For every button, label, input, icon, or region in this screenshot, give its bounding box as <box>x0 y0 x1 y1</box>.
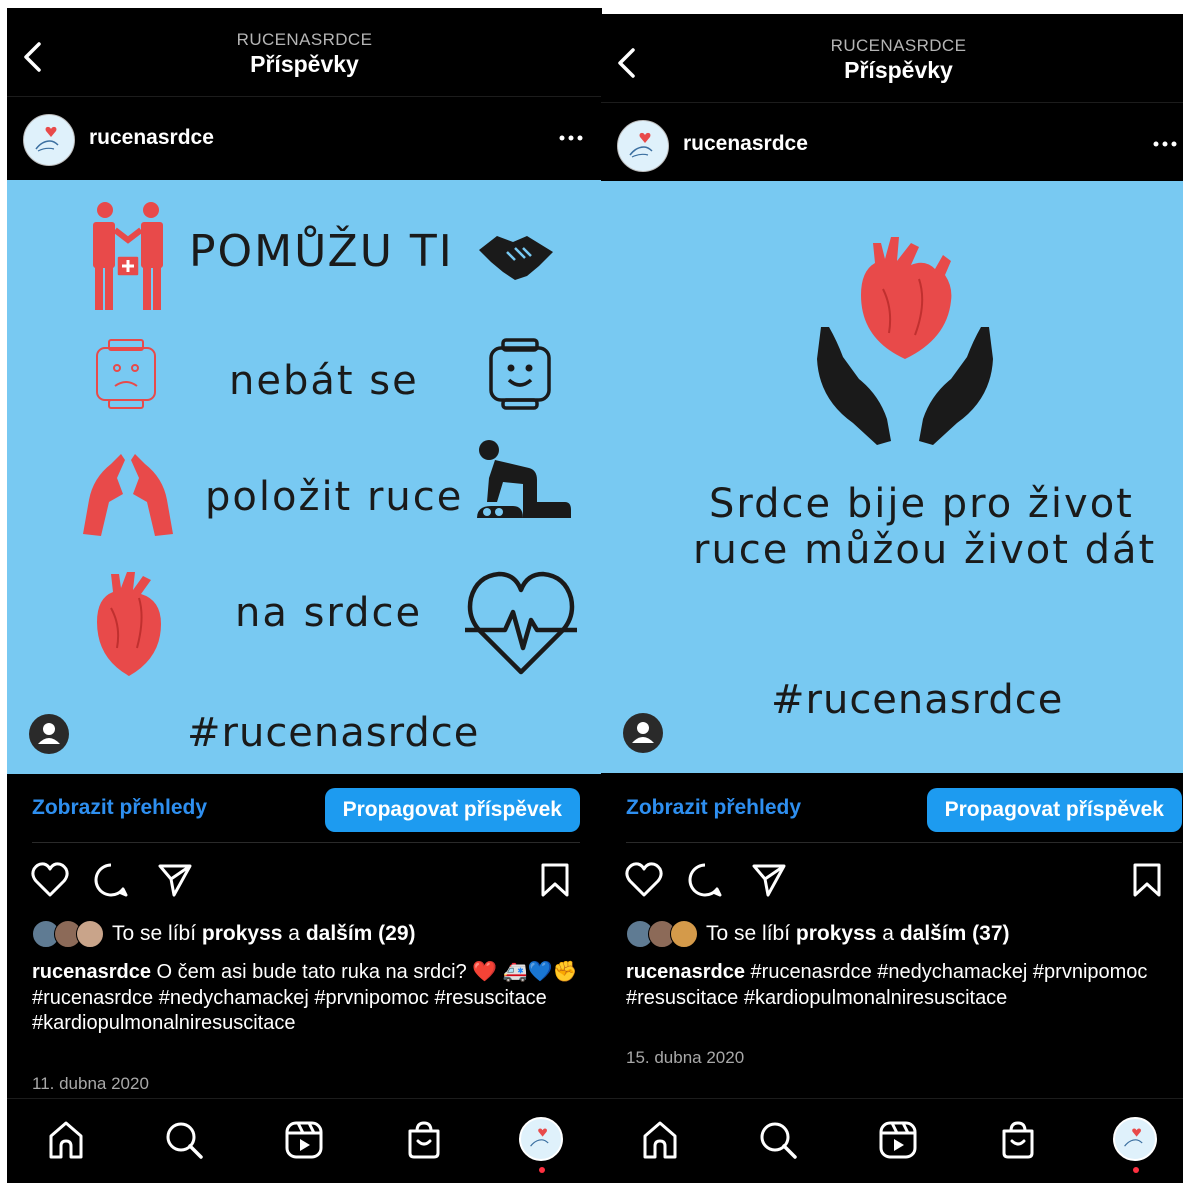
image-text-line-3: položit ruce <box>205 474 464 520</box>
post-username[interactable]: rucenasrdce <box>89 126 214 150</box>
home-icon[interactable] <box>639 1119 681 1161</box>
hands-icon <box>83 454 173 536</box>
more-options-icon[interactable] <box>1150 134 1180 154</box>
comment-icon[interactable] <box>687 862 723 898</box>
owner-actions: Zobrazit přehledy Propagovat příspěvek <box>7 774 602 844</box>
top-bar: RUCENASRDCE Příspěvky <box>601 14 1183 103</box>
smile-face-icon <box>489 338 551 410</box>
liker-username[interactable]: prokyss <box>796 922 877 945</box>
anatomical-heart-icon <box>97 572 161 676</box>
avatar <box>670 920 698 948</box>
image-text-line-2: nebát se <box>229 358 419 404</box>
caption-username[interactable]: rucenasrdce <box>626 961 745 983</box>
post-username[interactable]: rucenasrdce <box>683 132 808 156</box>
post-image[interactable]: Srdce bije pro život ruce můžou život dá… <box>601 181 1183 773</box>
post-header: rucenasrdce <box>601 104 1183 186</box>
more-options-icon[interactable] <box>556 128 586 148</box>
post-screen-right: RUCENASRDCE Příspěvky rucenasrdce Srdce … <box>601 14 1183 1183</box>
post-action-row <box>601 858 1183 906</box>
likes-text: To se líbí prokyss a dalším (29) <box>112 922 416 946</box>
post-image[interactable]: POMŮŽU TI nebát se položit ruce na srdce… <box>7 180 602 774</box>
likes-prefix: To se líbí <box>112 922 197 945</box>
post-date: 15. dubna 2020 <box>626 1048 745 1067</box>
promote-post-button[interactable]: Propagovat příspěvek <box>324 788 580 832</box>
search-icon[interactable] <box>163 1119 205 1161</box>
logo-heart-hand-icon <box>629 132 653 158</box>
post-caption: rucenasrdce #rucenasrdce #nedychamackej … <box>626 960 1166 1011</box>
top-bar: RUCENASRDCE Příspěvky <box>7 8 602 97</box>
liker-avatars <box>626 920 698 948</box>
post-screen-left: RUCENASRDCE Příspěvky rucenasrdce POMŮŽU… <box>7 8 602 1183</box>
likes-text: To se líbí prokyss a dalším (37) <box>706 922 1010 946</box>
save-bookmark-icon[interactable] <box>1131 862 1163 898</box>
likes-joiner: a <box>882 922 894 945</box>
search-icon[interactable] <box>757 1119 799 1161</box>
image-hashtag: #rucenasrdce <box>771 677 1064 723</box>
account-name-caps: RUCENASRDCE <box>236 30 373 49</box>
caption-username[interactable]: rucenasrdce <box>32 961 151 983</box>
person-icon <box>632 722 654 743</box>
home-icon[interactable] <box>45 1119 87 1161</box>
image-text-line-4: na srdce <box>235 590 423 636</box>
account-name-caps: RUCENASRDCE <box>830 36 967 55</box>
reels-icon[interactable] <box>283 1119 325 1161</box>
view-insights-link[interactable]: Zobrazit přehledy <box>32 796 207 820</box>
header-titles: RUCENASRDCE Příspěvky <box>7 30 602 78</box>
shop-icon[interactable] <box>997 1119 1039 1161</box>
liker-avatars <box>32 920 104 948</box>
handshake-icon <box>479 236 553 280</box>
image-text-line-1: Srdce bije pro život <box>709 481 1134 527</box>
logo-heart-hand-icon <box>35 126 59 152</box>
tagged-users-button[interactable] <box>623 713 663 753</box>
image-text-line-2: ruce můžou život dát <box>693 527 1157 573</box>
share-icon[interactable] <box>157 862 193 898</box>
avatar <box>76 920 104 948</box>
post-header: rucenasrdce <box>7 98 602 180</box>
likes-count[interactable]: dalším (29) <box>306 922 416 945</box>
likes-joiner: a <box>288 922 300 945</box>
shop-icon[interactable] <box>403 1119 445 1161</box>
notification-dot <box>1133 1167 1139 1173</box>
profile-avatar[interactable] <box>1113 1117 1157 1161</box>
bottom-nav <box>601 1098 1183 1183</box>
promote-post-button[interactable]: Propagovat příspěvek <box>926 788 1182 832</box>
share-icon[interactable] <box>751 862 787 898</box>
medic-helping-icon <box>93 202 163 310</box>
view-insights-link[interactable]: Zobrazit přehledy <box>626 796 801 820</box>
heart-in-hands-icon <box>817 237 993 445</box>
likes-prefix: To se líbí <box>706 922 791 945</box>
heartbeat-icon <box>465 571 577 675</box>
person-icon <box>38 723 60 744</box>
liker-username[interactable]: prokyss <box>202 922 283 945</box>
like-heart-icon[interactable] <box>31 862 69 898</box>
comment-icon[interactable] <box>93 862 129 898</box>
like-heart-icon[interactable] <box>625 862 663 898</box>
image-hashtag: #rucenasrdce <box>187 710 480 756</box>
logo-heart-hand-icon <box>530 1128 549 1147</box>
header-titles: RUCENASRDCE Příspěvky <box>601 36 1183 84</box>
save-bookmark-icon[interactable] <box>539 862 571 898</box>
cpr-icon <box>477 440 571 518</box>
avatar[interactable] <box>617 120 669 172</box>
page-title: Příspěvky <box>250 51 359 77</box>
post-caption: rucenasrdce O čem asi bude tato ruka na … <box>32 960 580 1037</box>
post-date: 11. dubna 2020 <box>32 1074 149 1093</box>
notification-dot <box>539 1167 545 1173</box>
divider <box>32 842 580 843</box>
owner-actions: Zobrazit přehledy Propagovat příspěvek <box>601 774 1183 844</box>
page-title: Příspěvky <box>844 57 953 83</box>
tagged-users-button[interactable] <box>29 714 69 754</box>
reels-icon[interactable] <box>877 1119 919 1161</box>
logo-heart-hand-icon <box>1124 1128 1143 1147</box>
avatar[interactable] <box>23 114 75 166</box>
profile-avatar[interactable] <box>519 1117 563 1161</box>
likes-count[interactable]: dalším (37) <box>900 922 1010 945</box>
image-text-line-1: POMŮŽU TI <box>189 226 454 277</box>
bottom-nav <box>7 1098 602 1183</box>
divider <box>626 842 1182 843</box>
sad-face-icon <box>96 339 156 409</box>
post-action-row <box>7 858 602 906</box>
